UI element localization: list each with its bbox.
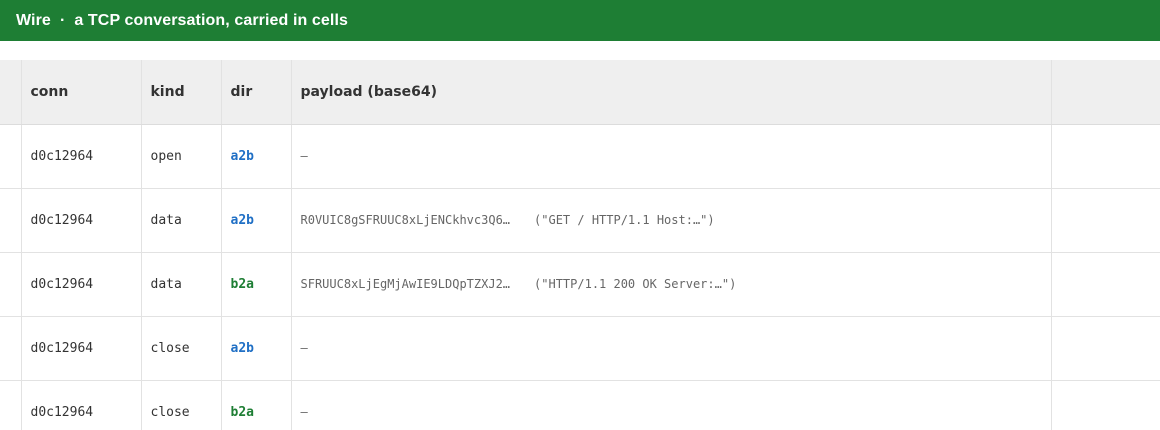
payload-base64: — [300,405,308,419]
row-gutter-header [0,60,22,125]
dir-cell[interactable]: a2b [221,124,292,189]
conn-cell[interactable]: d0c12964 [21,124,142,189]
cells-table-container: conn kind dir payload (base64) d0c12964 … [0,60,1160,430]
payload-cell[interactable]: SFRUUC8xLjEgMjAwIE9LDQpTZXJ2… ("HTTP/1.1 … [291,252,1052,317]
extra-cell [1051,124,1160,189]
conn-cell[interactable]: d0c12964 [21,316,142,381]
payload-decoded-preview: ("GET / HTTP/1.1 Host:…") [534,213,715,227]
extra-column-header [1051,60,1160,125]
app-header: Wire · a TCP conversation, carried in ce… [0,0,1160,41]
table-row[interactable]: d0c12964 close b2a — [0,380,1160,430]
payload-cell[interactable]: — [291,380,1052,430]
extra-cell [1051,252,1160,317]
conn-cell[interactable]: d0c12964 [21,380,142,430]
table-row[interactable]: d0c12964 close a2b — [0,316,1160,381]
column-header-kind[interactable]: kind [141,60,222,125]
dir-cell[interactable]: a2b [221,316,292,381]
table-row[interactable]: d0c12964 open a2b — [0,124,1160,189]
payload-cell[interactable]: — [291,124,1052,189]
payload-base64: R0VUIC8gSFRUUC8xLjENCkhvc3Q6… [300,213,511,227]
table-row[interactable]: d0c12964 data a2b R0VUIC8gSFRUUC8xLjENCk… [0,188,1160,253]
payload-base64: — [300,149,308,163]
row-gutter [0,316,22,381]
kind-cell[interactable]: close [141,316,222,381]
extra-cell [1051,188,1160,253]
app-subtitle: a TCP conversation, carried in cells [74,11,349,29]
dir-cell[interactable]: a2b [221,188,292,253]
title-separator: · [59,11,66,29]
row-gutter [0,188,22,253]
conn-cell[interactable]: d0c12964 [21,188,142,253]
row-gutter [0,380,22,430]
app-title: Wire [16,11,51,29]
payload-cell[interactable]: R0VUIC8gSFRUUC8xLjENCkhvc3Q6… ("GET / HTT… [291,188,1052,253]
kind-cell[interactable]: close [141,380,222,430]
kind-cell[interactable]: data [141,252,222,317]
table-row[interactable]: d0c12964 data b2a SFRUUC8xLjEgMjAwIE9LDQ… [0,252,1160,317]
dir-cell[interactable]: b2a [221,252,292,317]
payload-cell[interactable]: — [291,316,1052,381]
extra-cell [1051,380,1160,430]
kind-cell[interactable]: data [141,188,222,253]
dir-cell[interactable]: b2a [221,380,292,430]
row-gutter [0,252,22,317]
cells-table: conn kind dir payload (base64) d0c12964 … [0,60,1160,430]
payload-base64: SFRUUC8xLjEgMjAwIE9LDQpTZXJ2… [300,277,511,291]
kind-cell[interactable]: open [141,124,222,189]
column-header-payload[interactable]: payload (base64) [291,60,1052,125]
column-header-conn[interactable]: conn [21,60,142,125]
payload-decoded-preview: ("HTTP/1.1 200 OK Server:…") [534,277,737,291]
payload-base64: — [300,341,308,355]
column-header-dir[interactable]: dir [221,60,292,125]
extra-cell [1051,316,1160,381]
table-header-row: conn kind dir payload (base64) [0,60,1160,125]
conn-cell[interactable]: d0c12964 [21,252,142,317]
row-gutter [0,124,22,189]
